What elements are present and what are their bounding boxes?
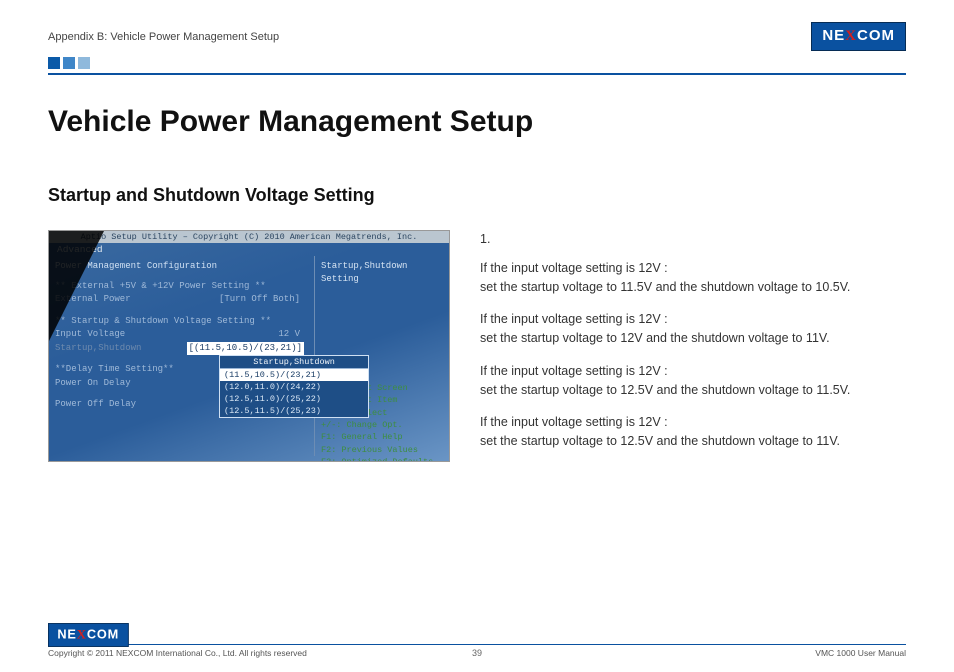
- nexcom-logo-footer: NEXCOM: [48, 623, 128, 647]
- instr-1-act: set the startup voltage to 12V and the s…: [480, 329, 850, 348]
- bios-help-5: F2: Previous Values: [321, 444, 443, 456]
- instr-3-act: set the startup voltage to 12.5V and the…: [480, 432, 850, 451]
- bios-tab-advanced: Advanced: [49, 243, 449, 256]
- bios-help-6: F3: Optimized Defaults: [321, 456, 443, 462]
- doc-title: VMC 1000 User Manual: [815, 648, 906, 658]
- page-number: 39: [472, 648, 482, 658]
- bios-startup-shutdown-label: Startup,Shutdown: [55, 343, 141, 353]
- decorative-squares: [48, 57, 906, 69]
- nexcom-logo: NEXCOM: [811, 22, 906, 51]
- footer-rule: [48, 644, 906, 645]
- header-rule: [48, 73, 906, 75]
- instr-2-act: set the startup voltage to 12.5V and the…: [480, 381, 850, 400]
- instructions: 1. If the input voltage setting is 12V :…: [480, 230, 850, 465]
- bios-popup-opt-1: (12.0,11.0)/(24,22): [220, 381, 368, 393]
- bios-screenshot: Aptio Setup Utility – Copyright (C) 2010…: [48, 230, 450, 462]
- bios-popup-opt-3: (12.5,11.5)/(25,23): [220, 405, 368, 417]
- bios-external-power-value: [Turn Off Both]: [219, 293, 300, 307]
- instr-2-cond: If the input voltage setting is 12V :: [480, 362, 850, 381]
- bios-popup: Startup,Shutdown (11.5,10.5)/(23,21) (12…: [219, 355, 369, 418]
- bios-help-3: +/-: Change Opt.: [321, 419, 443, 431]
- bios-popup-title: Startup,Shutdown: [220, 356, 368, 369]
- bios-popup-opt-2: (12.5,11.0)/(25,22): [220, 393, 368, 405]
- instr-0-act: set the startup voltage to 11.5V and the…: [480, 278, 850, 297]
- section-title: Startup and Shutdown Voltage Setting: [48, 185, 906, 206]
- bios-startup-shutdown-value: [(11.5,10.5)/(23,21)]: [187, 342, 304, 356]
- copyright: Copyright © 2011 NEXCOM International Co…: [48, 648, 307, 658]
- instr-3-cond: If the input voltage setting is 12V :: [480, 413, 850, 432]
- bios-input-voltage-value: 12 V: [278, 328, 300, 342]
- instruction-number: 1.: [480, 230, 850, 249]
- instr-1-cond: If the input voltage setting is 12V :: [480, 310, 850, 329]
- page-title: Vehicle Power Management Setup: [48, 105, 906, 139]
- appendix-label: Appendix B: Vehicle Power Management Set…: [48, 31, 279, 43]
- bios-right-title: Startup,Shutdown Setting: [321, 260, 443, 286]
- instr-0-cond: If the input voltage setting is 12V :: [480, 259, 850, 278]
- bios-help-4: F1: General Help: [321, 431, 443, 443]
- bios-topbar: Aptio Setup Utility – Copyright (C) 2010…: [49, 231, 449, 243]
- bios-popup-opt-0: (11.5,10.5)/(23,21): [220, 369, 368, 381]
